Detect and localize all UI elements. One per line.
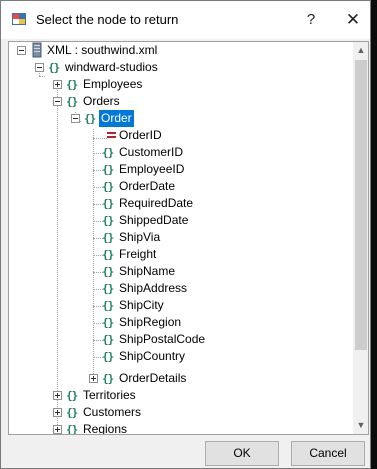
braces-icon: {} <box>102 372 114 385</box>
vertical-scrollbar[interactable]: ▲ ▼ <box>353 42 368 434</box>
braces-icon: {} <box>102 350 114 363</box>
scroll-down-icon[interactable]: ▼ <box>353 417 368 434</box>
braces-icon: {} <box>102 146 114 159</box>
tree-node-shippostalcode[interactable]: {} ShipPostalCode <box>87 331 287 348</box>
tree-node-shippeddate[interactable]: {} ShippedDate <box>87 212 287 229</box>
tree-node-label: ShipRegion <box>119 315 182 329</box>
tree-node-label: EmployeeID <box>119 162 185 176</box>
braces-icon: {} <box>102 197 114 210</box>
braces-icon: {} <box>102 231 114 244</box>
window-shadow <box>371 0 377 469</box>
tree-node-label: Employees <box>83 77 143 91</box>
node-tree-view[interactable]: XML : southwind.xml {} windward-studios … <box>8 41 369 435</box>
ok-button[interactable]: OK <box>205 441 279 466</box>
tree-node-label: OrderID <box>119 128 162 142</box>
tree-node-shipregion[interactable]: {} ShipRegion <box>87 314 287 331</box>
tree-node-shipname[interactable]: {} ShipName <box>87 263 287 280</box>
tree-node-orders[interactable]: {} Orders <box>51 93 251 110</box>
tree-content: XML : southwind.xml {} windward-studios … <box>9 42 353 434</box>
tree-node-label: ShipVia <box>119 230 161 244</box>
tree-node-orderdate[interactable]: {} OrderDate <box>87 178 287 195</box>
tree-node-customers[interactable]: {} Customers <box>51 404 251 421</box>
expand-toggle-icon[interactable] <box>53 408 62 417</box>
braces-icon: {} <box>66 423 78 435</box>
tree-node-label: Customers <box>83 405 142 419</box>
expand-toggle-icon[interactable] <box>53 425 62 434</box>
tree-node-label: Freight <box>119 247 157 261</box>
tree-node-orderdetails[interactable]: {} OrderDetails <box>87 370 287 387</box>
tree-node-label: OrderDate <box>119 179 176 193</box>
tree-node-order[interactable]: {} Order <box>69 109 269 128</box>
braces-icon: {} <box>102 265 114 278</box>
tree-node-freight[interactable]: {} Freight <box>87 246 287 263</box>
braces-icon: {} <box>102 180 114 193</box>
tree-node-windward-studios[interactable]: {} windward-studios <box>33 59 233 76</box>
tree-node-label: Orders <box>83 94 120 108</box>
tree-node-label: ShipAddress <box>119 281 188 295</box>
tree-node-label: OrderDetails <box>119 371 187 385</box>
tree-node-customerid[interactable]: {} CustomerID <box>87 144 287 161</box>
database-icon <box>32 42 42 58</box>
tree-node-label: windward-studios <box>65 60 158 74</box>
dialog-app-icon <box>12 13 26 25</box>
braces-icon: {} <box>66 406 78 419</box>
tree-node-label: RequiredDate <box>119 196 194 210</box>
collapse-toggle-icon[interactable] <box>53 97 62 106</box>
braces-icon: {} <box>102 214 114 227</box>
dialog-title: Select the node to return <box>36 12 179 27</box>
help-button[interactable]: ? <box>297 7 325 33</box>
tree-node-label: Territories <box>83 388 136 402</box>
tree-node-label: XML : southwind.xml <box>47 43 158 57</box>
tree-node-employeeid[interactable]: {} EmployeeID <box>87 161 287 178</box>
tree-node-label: ShippedDate <box>119 213 189 227</box>
expand-toggle-icon[interactable] <box>53 391 62 400</box>
braces-icon: {} <box>66 389 78 402</box>
braces-icon: {} <box>66 78 78 91</box>
cancel-button[interactable]: Cancel <box>291 441 365 466</box>
collapse-toggle-icon[interactable] <box>35 63 44 72</box>
braces-icon: {} <box>102 333 114 346</box>
tree-node-label: Regions <box>83 422 128 435</box>
tree-node-orderid[interactable]: OrderID <box>87 127 287 144</box>
tree-node-label: ShipName <box>119 264 176 278</box>
tree-node-employees[interactable]: {} Employees <box>51 76 251 93</box>
braces-icon: {} <box>102 316 114 329</box>
scroll-up-icon[interactable]: ▲ <box>353 42 368 59</box>
title-bar: Select the node to return ? ✕ <box>1 1 370 39</box>
tree-node-shipaddress[interactable]: {} ShipAddress <box>87 280 287 297</box>
tree-node-shipcity[interactable]: {} ShipCity <box>87 297 287 314</box>
tree-node-territories[interactable]: {} Territories <box>51 387 251 404</box>
select-node-dialog: Select the node to return ? ✕ XML: sout… <box>0 0 371 469</box>
tree-node-shipvia[interactable]: {} ShipVia <box>87 229 287 246</box>
expand-toggle-icon[interactable] <box>89 374 98 383</box>
braces-icon: {} <box>102 248 114 261</box>
attribute-icon <box>107 132 116 139</box>
braces-icon: {} <box>84 112 96 125</box>
tree-node-regions[interactable]: {} Regions <box>51 421 251 435</box>
scrollbar-thumb[interactable] <box>355 60 367 350</box>
tree-node-requireddate[interactable]: {} RequiredDate <box>87 195 287 212</box>
collapse-toggle-icon[interactable] <box>71 114 80 123</box>
close-button[interactable]: ✕ <box>338 7 368 33</box>
collapse-toggle-icon[interactable] <box>17 46 26 55</box>
tree-node-label: CustomerID <box>119 145 184 159</box>
braces-icon: {} <box>102 299 114 312</box>
tree-node-root[interactable]: XML : southwind.xml <box>15 42 215 59</box>
tree-node-label: ShipCountry <box>119 349 186 363</box>
braces-icon: {} <box>48 61 60 74</box>
tree-node-label: ShipCity <box>119 298 164 312</box>
braces-icon: {} <box>102 282 114 295</box>
tree-node-label-selected: Order <box>98 109 135 128</box>
expand-toggle-icon[interactable] <box>53 80 62 89</box>
braces-icon: {} <box>66 95 78 108</box>
braces-icon: {} <box>102 163 114 176</box>
tree-node-label: ShipPostalCode <box>119 332 206 346</box>
tree-node-shipcountry[interactable]: {} ShipCountry <box>87 348 287 365</box>
